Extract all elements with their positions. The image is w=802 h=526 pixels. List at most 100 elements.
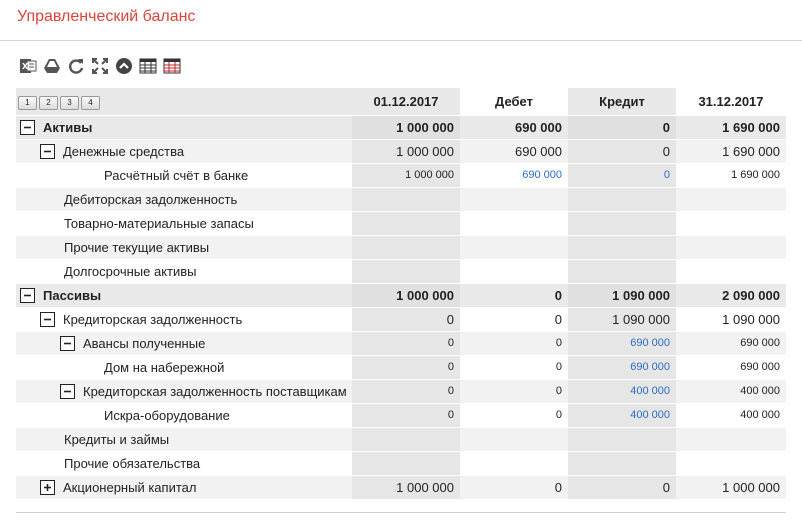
row-label: Дом на набережной — [16, 354, 352, 379]
cell-debit-link[interactable]: 690 000 — [460, 162, 568, 187]
cell-credit-link[interactable]: 0 — [568, 162, 676, 187]
table-row: Авансы полученные 0 0 690 000 690 000 — [16, 330, 786, 355]
expand-toggle-icon[interactable] — [40, 479, 55, 495]
cell-credit: 1 090 000 — [568, 306, 676, 331]
column-header-debit: Дебет — [460, 88, 568, 115]
level-button-2[interactable]: 2 — [39, 95, 58, 110]
table-row: Пассивы 1 000 000 0 1 090 000 2 090 000 — [16, 282, 786, 307]
table-grid-icon[interactable] — [138, 56, 158, 76]
row-label: Прочие текущие активы — [16, 234, 352, 259]
cell-end: 1 000 000 — [676, 474, 786, 499]
collapse-toggle-icon[interactable] — [60, 335, 75, 351]
cell-end: 400 000 — [676, 402, 786, 427]
level-buttons-cell: 1 2 3 4 — [16, 88, 352, 115]
row-label: Кредиты и займы — [16, 426, 352, 451]
row-label: Кредиторская задолженность — [63, 311, 243, 327]
collapse-toggle-icon[interactable] — [40, 143, 55, 159]
row-label: Расчётный счёт в банке — [16, 162, 352, 187]
cell-start: 1 000 000 — [352, 474, 460, 499]
cell-credit: 0 — [568, 138, 676, 163]
row-label: Искра-оборудование — [16, 402, 352, 427]
cell-debit: 0 — [460, 378, 568, 403]
table-row: Дебиторская задолженность — [16, 186, 786, 211]
cell-credit-link[interactable]: 400 000 — [568, 402, 676, 427]
row-label: Акционерный капитал — [63, 479, 197, 495]
cell-credit-link[interactable]: 400 000 — [568, 378, 676, 403]
cell-credit: 1 090 000 — [568, 282, 676, 307]
google-drive-icon[interactable] — [42, 56, 62, 76]
collapse-toggle-icon[interactable] — [20, 119, 35, 135]
cell-start: 1 000 000 — [352, 162, 460, 187]
row-label: Денежные средства — [63, 143, 185, 159]
table-row: Искра-оборудование 0 0 400 000 400 000 — [16, 402, 786, 427]
table-row: Кредиторская задолженность поставщикам 0… — [16, 378, 786, 403]
table-row: Акционерный капитал 1 000 000 0 0 1 000 … — [16, 474, 786, 499]
table-row: Активы 1 000 000 690 000 0 1 690 000 — [16, 114, 786, 139]
cell-debit: 690 000 — [460, 114, 568, 139]
table-row: Прочие текущие активы — [16, 234, 786, 259]
row-label: Активы — [43, 119, 93, 135]
table-row: Дом на набережной 0 0 690 000 690 000 — [16, 354, 786, 379]
cell-start: 1 000 000 — [352, 114, 460, 139]
cell-debit: 0 — [460, 402, 568, 427]
cell-start: 1 000 000 — [352, 138, 460, 163]
cell-start: 0 — [352, 402, 460, 427]
table-row: Кредиты и займы — [16, 426, 786, 451]
column-header-credit: Кредит — [568, 88, 676, 115]
bottom-divider — [16, 512, 786, 513]
row-label: Пассивы — [43, 287, 102, 303]
column-header-end-date: 31.12.2017 — [676, 88, 786, 115]
level-button-4[interactable]: 4 — [81, 95, 100, 110]
cell-end: 1 690 000 — [676, 138, 786, 163]
cell-end: 1 690 000 — [676, 162, 786, 187]
balance-table: 1 2 3 4 01.12.2017 Дебет Кредит 31.12.20… — [16, 88, 786, 499]
level-button-1[interactable]: 1 — [18, 95, 37, 110]
cell-start: 0 — [352, 330, 460, 355]
collapse-toggle-icon[interactable] — [60, 383, 75, 399]
table-row: Расчётный счёт в банке 1 000 000 690 000… — [16, 162, 786, 187]
collapse-toggle-icon[interactable] — [20, 287, 35, 303]
table-row: Денежные средства 1 000 000 690 000 0 1 … — [16, 138, 786, 163]
cell-debit: 0 — [460, 474, 568, 499]
svg-text:X: X — [22, 62, 29, 71]
cell-credit-link[interactable]: 690 000 — [568, 330, 676, 355]
cell-end: 690 000 — [676, 330, 786, 355]
page-title: Управленческий баланс — [17, 8, 196, 25]
table-row: Прочие обязательства — [16, 450, 786, 475]
table-row: Долгосрочные активы — [16, 258, 786, 283]
cell-credit: 0 — [568, 474, 676, 499]
row-label: Дебиторская задолженность — [16, 186, 352, 211]
cell-debit: 0 — [460, 354, 568, 379]
row-label: Товарно-материальные запасы — [16, 210, 352, 235]
row-label: Авансы полученные — [83, 335, 206, 351]
toolbar: X — [18, 56, 182, 76]
collapse-up-icon[interactable] — [114, 56, 134, 76]
row-label: Прочие обязательства — [16, 450, 352, 475]
cell-end: 1 090 000 — [676, 306, 786, 331]
cell-debit: 690 000 — [460, 138, 568, 163]
table-grid-red-icon[interactable] — [162, 56, 182, 76]
row-label: Кредиторская задолженность поставщикам — [83, 383, 347, 399]
cell-end: 2 090 000 — [676, 282, 786, 307]
cell-debit: 0 — [460, 306, 568, 331]
level-button-3[interactable]: 3 — [60, 95, 79, 110]
cell-start: 0 — [352, 306, 460, 331]
cell-debit: 0 — [460, 282, 568, 307]
table-row: Кредиторская задолженность 0 0 1 090 000… — [16, 306, 786, 331]
collapse-toggle-icon[interactable] — [40, 311, 55, 327]
cell-credit: 0 — [568, 114, 676, 139]
row-label: Долгосрочные активы — [16, 258, 352, 283]
table-row: Товарно-материальные запасы — [16, 210, 786, 235]
table-header-row: 1 2 3 4 01.12.2017 Дебет Кредит 31.12.20… — [16, 88, 786, 115]
cell-end: 1 690 000 — [676, 114, 786, 139]
cell-credit-link[interactable]: 690 000 — [568, 354, 676, 379]
excel-export-icon[interactable]: X — [18, 56, 38, 76]
cell-end: 690 000 — [676, 354, 786, 379]
fullscreen-icon[interactable] — [90, 56, 110, 76]
refresh-icon[interactable] — [66, 56, 86, 76]
cell-start: 0 — [352, 354, 460, 379]
cell-end: 400 000 — [676, 378, 786, 403]
cell-debit: 0 — [460, 330, 568, 355]
cell-start: 0 — [352, 378, 460, 403]
column-header-start-date: 01.12.2017 — [352, 88, 460, 115]
